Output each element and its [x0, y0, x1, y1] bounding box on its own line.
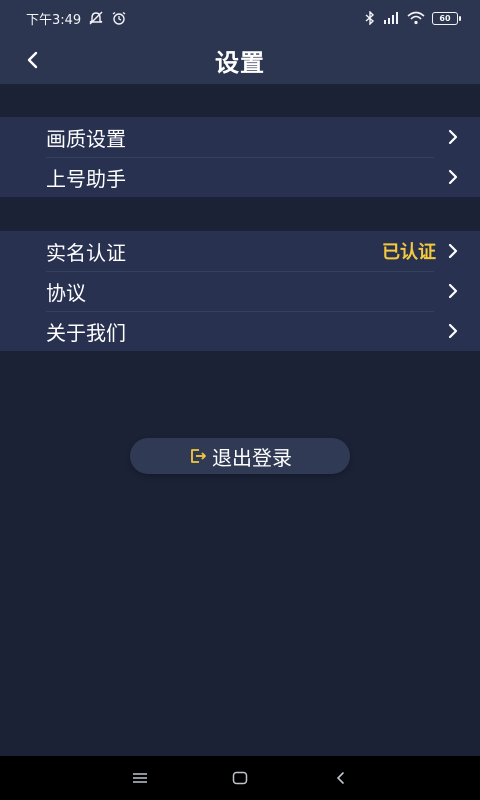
alarm-icon: [111, 11, 127, 25]
battery-icon: 60: [432, 11, 461, 25]
mute-icon: [88, 11, 104, 25]
logout-icon: [188, 446, 208, 466]
settings-group-2: 实名认证 已认证 协议 关于我们: [0, 231, 480, 351]
settings-item-label: 上号助手: [46, 166, 126, 191]
chevron-right-icon: [446, 322, 460, 340]
battery-level: 60: [439, 13, 451, 23]
system-back-button[interactable]: [320, 758, 360, 798]
menu-button[interactable]: [120, 758, 160, 798]
wifi-icon: [407, 11, 425, 25]
home-icon: [232, 771, 248, 785]
settings-group-1: 画质设置 上号助手: [0, 117, 480, 197]
logout-button[interactable]: 退出登录: [130, 438, 350, 474]
settings-item-login-helper[interactable]: 上号助手: [0, 157, 480, 197]
settings-item-label: 关于我们: [46, 320, 126, 345]
settings-item-label: 实名认证: [46, 240, 126, 265]
signal-icon: [382, 11, 400, 25]
status-bar-right: 60: [365, 11, 461, 25]
verified-status: 已认证: [382, 242, 436, 263]
settings-item-about[interactable]: 关于我们: [0, 311, 480, 351]
chevron-right-icon: [446, 282, 460, 300]
status-bar-left: 下午3:49: [26, 9, 127, 28]
settings-item-real-name[interactable]: 实名认证 已认证: [0, 231, 480, 271]
status-bar: 下午3:49 60: [0, 0, 480, 36]
home-button[interactable]: [220, 758, 260, 798]
back-arrow-icon: [27, 51, 38, 69]
page-title: 设置: [215, 48, 265, 77]
system-nav-bar: [0, 756, 480, 800]
back-icon: [336, 772, 344, 784]
settings-item-label: 画质设置: [46, 126, 126, 151]
logout-label: 退出登录: [212, 445, 292, 470]
settings-item-agreement[interactable]: 协议: [0, 271, 480, 311]
chevron-right-icon: [446, 168, 460, 186]
bluetooth-icon: [365, 11, 375, 25]
chevron-right-icon: [446, 128, 460, 146]
settings-item-quality[interactable]: 画质设置: [0, 117, 480, 157]
title-bar: 设置: [0, 36, 480, 84]
chevron-right-icon: [446, 242, 460, 260]
settings-item-label: 协议: [46, 280, 86, 305]
status-time: 下午3:49: [26, 12, 82, 28]
menu-icon: [133, 773, 147, 783]
back-button[interactable]: [14, 42, 50, 78]
